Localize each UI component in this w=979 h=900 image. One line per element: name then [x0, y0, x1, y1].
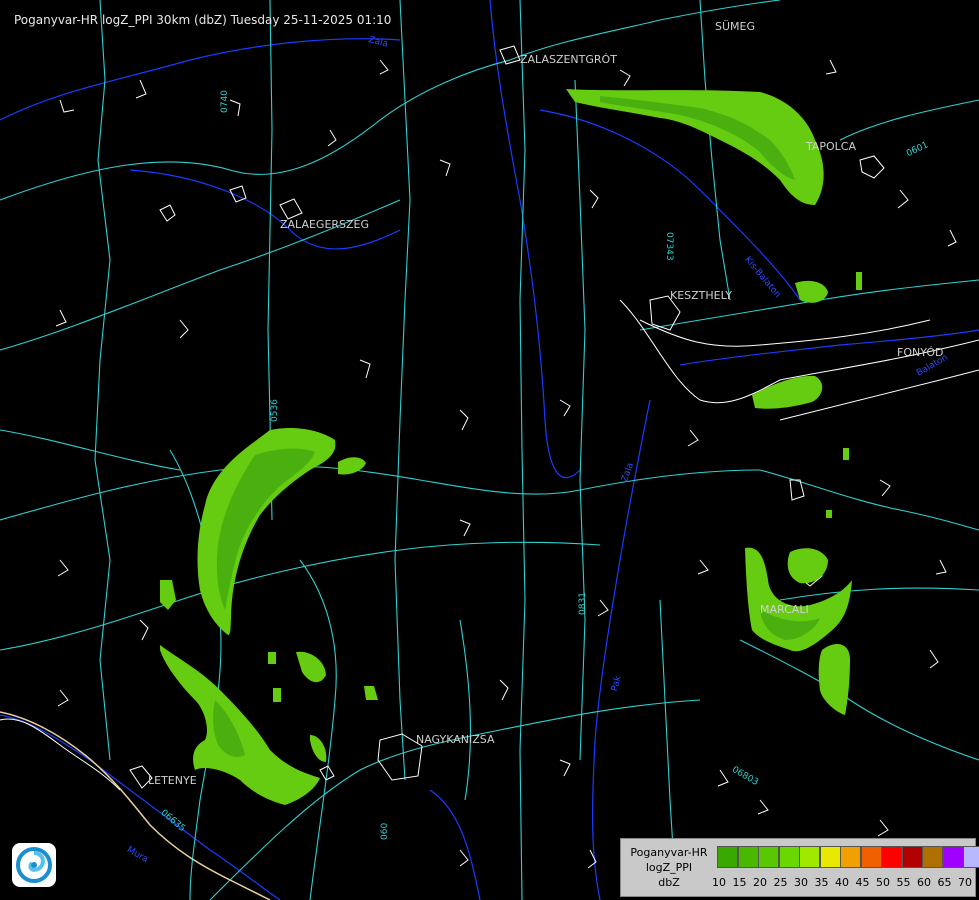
legend-swatch-45: [860, 846, 882, 868]
dbz-legend: Poganyvar-HR logZ_PPI dbZ 10 15 20 25 30 35 40…: [620, 838, 979, 897]
service-logo: [12, 843, 56, 887]
city-label-zalaegerszeg: ZALAEGERSZEG: [280, 218, 370, 231]
legend-label-70: 70: [958, 876, 972, 889]
city-label-nagykanizsa: NAGYKANIZSA: [416, 733, 495, 746]
legend-swatch-55: [901, 846, 923, 868]
legend-title: Poganyvar-HR logZ_PPI dbZ: [623, 845, 715, 890]
legend-swatch-65: [942, 846, 964, 868]
legend-swatch-40: [840, 846, 861, 868]
legend-swatch-25: [778, 846, 800, 868]
road-label-0831: 0831: [578, 592, 588, 615]
echo-mid-dot: [826, 510, 832, 518]
legend-swatch-70: [963, 846, 979, 868]
city-label-marcali: MARCALI: [760, 603, 809, 616]
city-label-zalaszentgrot: ZALASZENTGRÓT: [520, 53, 617, 66]
legend-swatch-35: [819, 846, 841, 868]
road-label-0740: 0740: [220, 90, 230, 113]
city-label-keszthely: KESZTHELY: [670, 289, 733, 302]
legend-swatch-50: [881, 846, 902, 868]
road-label-060: 060: [380, 822, 390, 840]
legend-swatch-15: [737, 846, 759, 868]
echo-mid-cluster-3: [273, 688, 281, 702]
city-label-letenye: LETENYE: [148, 774, 197, 787]
echo-keszthely-dot: [856, 272, 862, 290]
map-title: Poganyvar-HR logZ_PPI 30km (dbZ) Tuesday…: [14, 13, 392, 27]
echo-marcali-dot: [843, 448, 849, 460]
city-label-sumeg: SÜMEG: [715, 20, 755, 33]
legend-line-3: dbZ: [658, 876, 680, 889]
swirl-logo-icon: [16, 847, 52, 883]
city-label-tapolca: TAPOLCA: [806, 140, 857, 153]
legend-swatch-10: [717, 846, 738, 868]
legend-swatch-20: [758, 846, 779, 868]
road-label-07343: 07343: [664, 232, 674, 261]
legend-swatch-30: [799, 846, 820, 868]
legend-line-2: logZ_PPI: [645, 861, 693, 874]
echo-mid-cluster-2: [268, 652, 276, 664]
legend-swatch-60: [922, 846, 943, 868]
legend-line-1: Poganyvar-HR: [630, 846, 708, 859]
road-label-0536: 0536: [270, 399, 280, 422]
radar-map: [0, 0, 979, 900]
